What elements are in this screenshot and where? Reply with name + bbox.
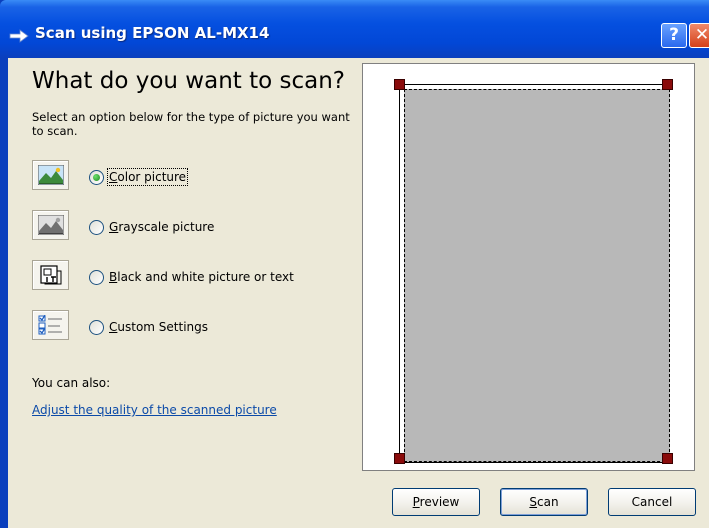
color-picture-icon[interactable]: [32, 160, 69, 190]
color-picture-label[interactable]: Color picture: [106, 168, 189, 186]
cancel-button[interactable]: Cancel: [608, 488, 696, 516]
grayscale-picture-label[interactable]: Grayscale picture: [109, 220, 214, 234]
title-bar[interactable]: Scan using EPSON AL-MX14 ? ✕: [0, 0, 709, 58]
help-button[interactable]: ?: [661, 23, 687, 48]
window-title: Scan using EPSON AL-MX14: [35, 24, 270, 42]
crop-handle-top-left[interactable]: [394, 79, 405, 90]
custom-settings-icon[interactable]: [32, 310, 69, 340]
dialog-client-area: What do you want to scan? Select an opti…: [8, 58, 709, 528]
scanner-arrow-icon: [9, 28, 29, 43]
grayscale-picture-icon[interactable]: [32, 210, 69, 240]
page-title: What do you want to scan?: [32, 68, 346, 94]
adjust-quality-link[interactable]: Adjust the quality of the scanned pictur…: [32, 403, 277, 417]
color-picture-radio[interactable]: [89, 170, 104, 185]
instructions-text: Select an option below for the type of p…: [32, 110, 350, 138]
crop-handle-bottom-right[interactable]: [662, 453, 673, 464]
black-white-label[interactable]: Black and white picture or text: [109, 270, 294, 284]
also-label: You can also:: [32, 376, 111, 390]
grayscale-picture-radio[interactable]: [89, 220, 104, 235]
scan-dialog-window: Scan using EPSON AL-MX14 ? ✕ What do you…: [0, 0, 709, 528]
close-button[interactable]: ✕: [689, 23, 709, 48]
black-white-radio[interactable]: [89, 270, 104, 285]
scan-preview-area: [404, 89, 670, 462]
scan-button[interactable]: Scan: [500, 488, 588, 516]
preview-button[interactable]: Preview: [392, 488, 480, 516]
black-white-text-icon[interactable]: [32, 260, 69, 290]
crop-handle-top-right[interactable]: [662, 79, 673, 90]
preview-pane[interactable]: [362, 63, 695, 471]
custom-settings-radio[interactable]: [89, 320, 104, 335]
scan-region[interactable]: [399, 84, 670, 463]
crop-handle-bottom-left[interactable]: [394, 453, 405, 464]
custom-settings-label[interactable]: Custom Settings: [109, 320, 208, 334]
